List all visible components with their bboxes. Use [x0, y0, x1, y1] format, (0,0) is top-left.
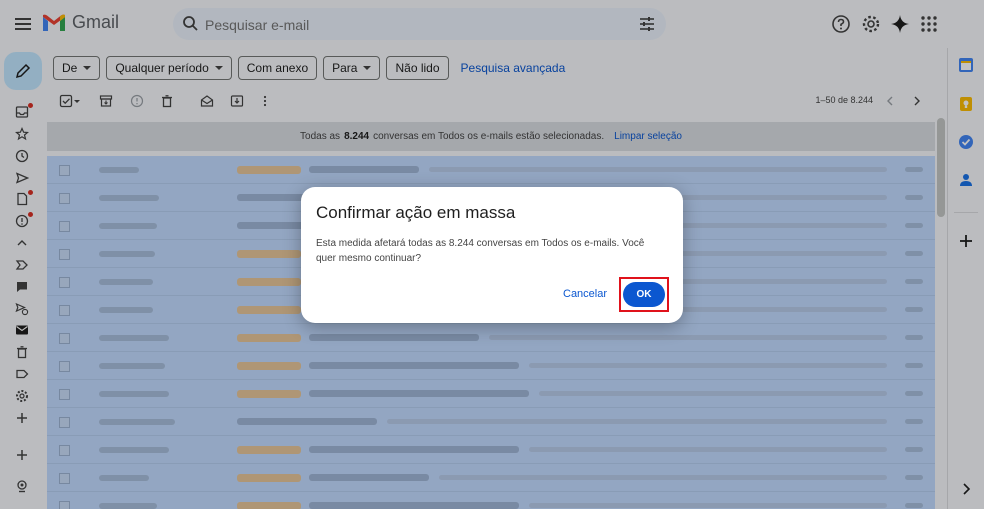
dialog-title: Confirmar ação em massa — [316, 203, 516, 222]
ok-button-highlight: OK — [619, 277, 669, 312]
ok-button[interactable]: OK — [623, 282, 665, 307]
dialog-message: Esta medida afetará todas as 8.244 conve… — [316, 238, 645, 264]
cancel-button[interactable]: Cancelar — [557, 283, 613, 305]
